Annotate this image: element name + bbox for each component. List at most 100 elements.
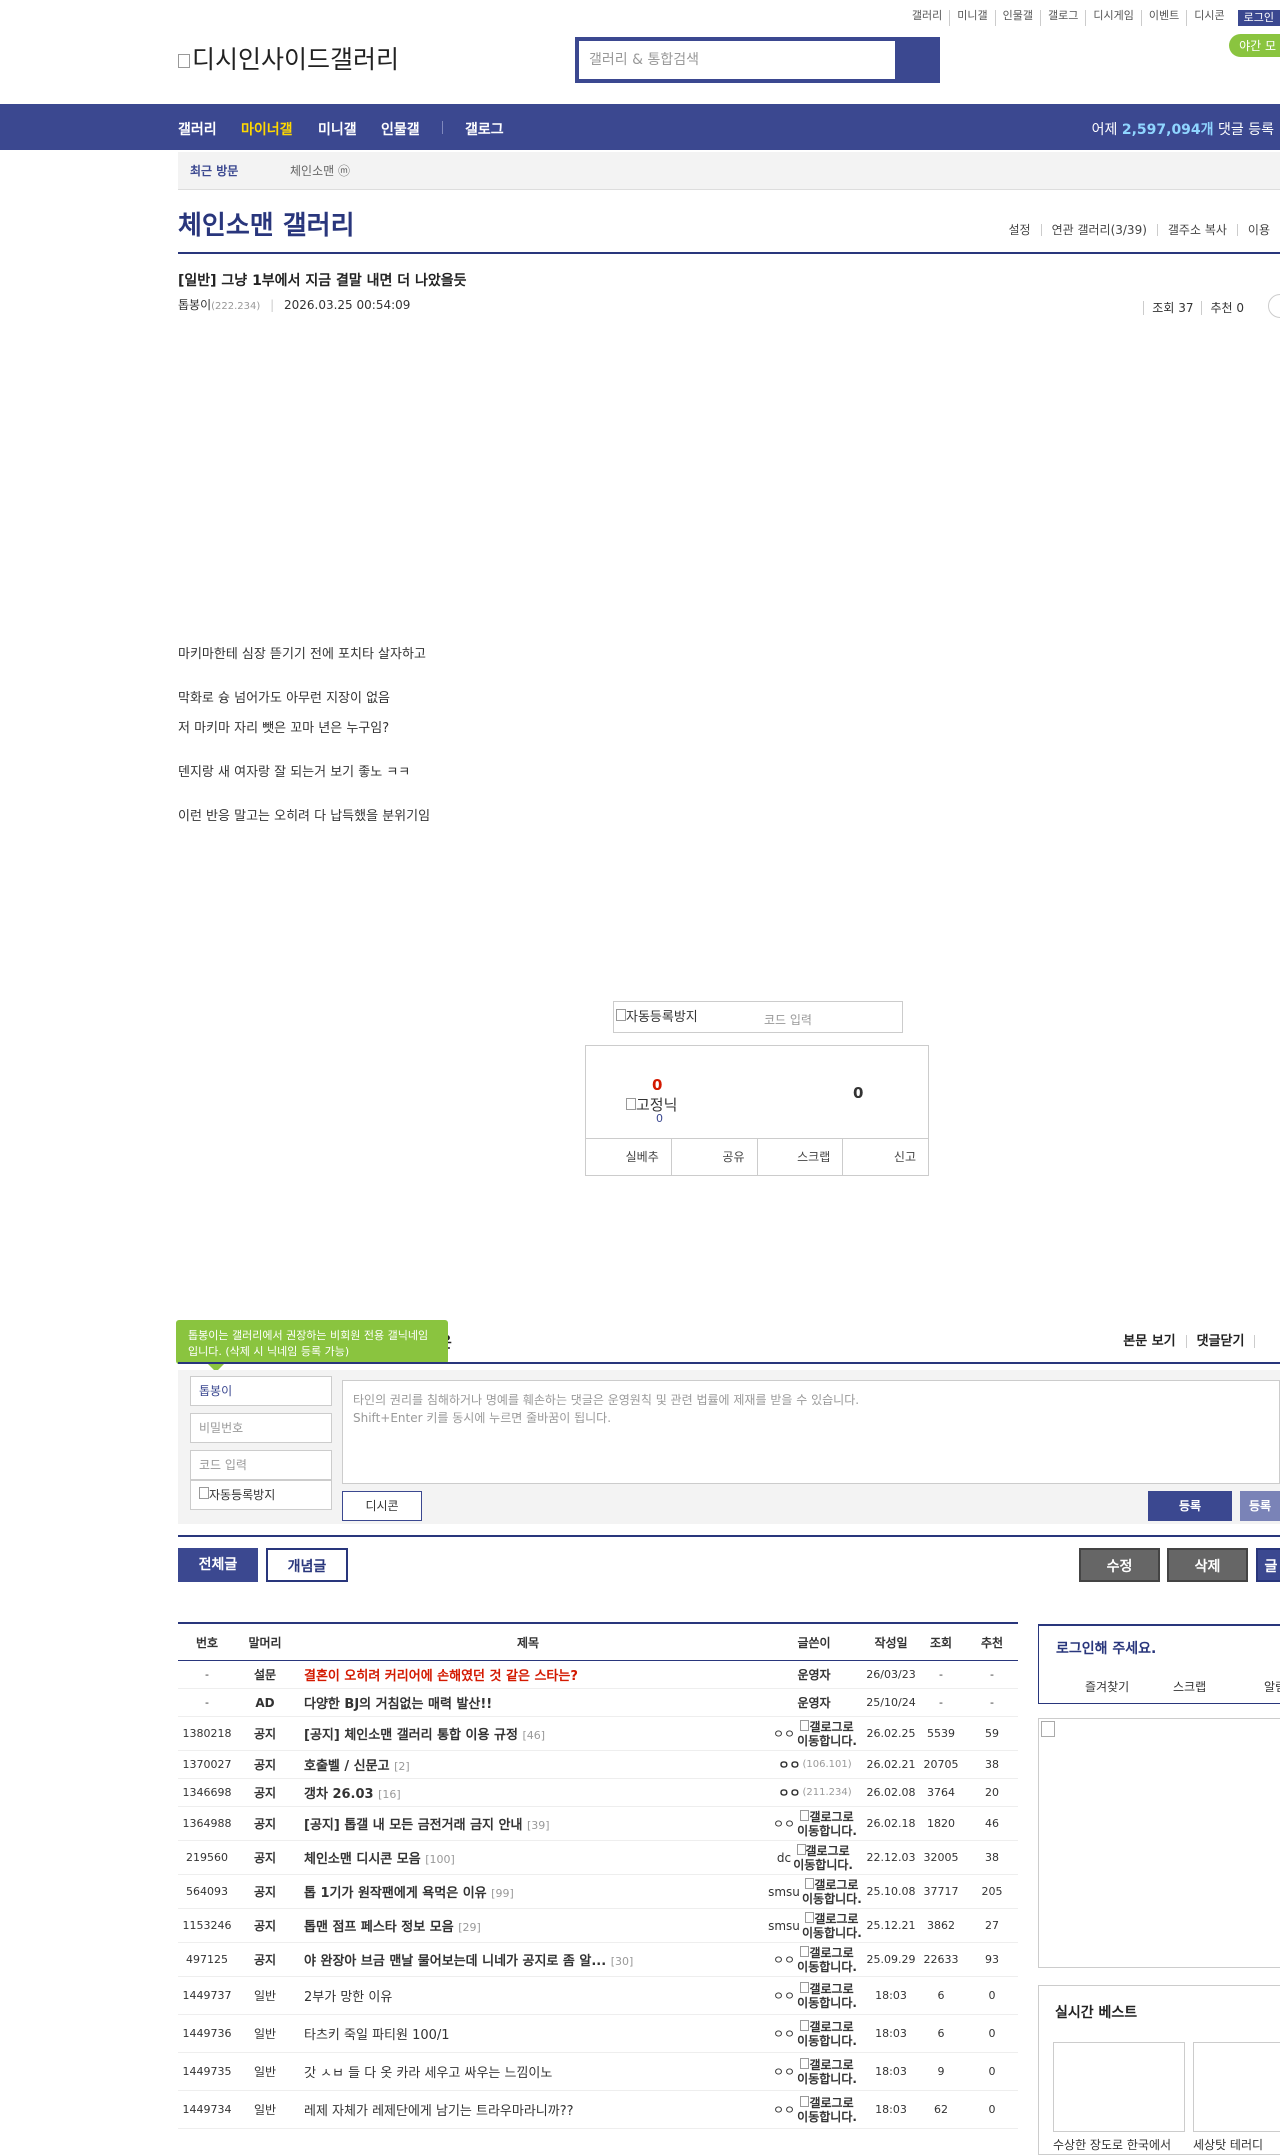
scrap-link[interactable]: 스크랩 — [1173, 1678, 1206, 1695]
view-body-link[interactable]: 본문 보기 — [1113, 1335, 1185, 1348]
gallog-image[interactable]: 갤로그로 이동합니다. — [797, 1945, 857, 1974]
table-row[interactable]: 1449736 일반 타츠키 죽일 파티원 100/1 ㅇㅇ 갤로그로 이동합니다. 1… — [178, 2014, 1018, 2053]
gallog-image[interactable]: 갤로그로 이동합니다. — [793, 1843, 853, 1872]
post-writer[interactable]: smsu 갤로그로 이동합니다. — [762, 1908, 866, 1943]
gallog-image[interactable]: 갤로그로 이동합니다. — [797, 1981, 857, 2010]
table-row[interactable]: 1364988 공지 [공지] 톱갤 내 모든 금전거래 금지 안내 [39] ㅇㅇ 갤… — [178, 1806, 1018, 1841]
util-gallery[interactable]: 갤러리 — [905, 10, 949, 26]
table-row[interactable]: 564093 공지 톱 1기가 원작팬에게 욕먹은 이유 [99] smsu 갤로그로 … — [178, 1874, 1018, 1909]
reply-count[interactable]: [2] — [394, 1760, 410, 1773]
search-input[interactable]: 갤러리 & 통합검색 — [579, 41, 895, 79]
post-subject[interactable]: 결혼이 오히려 커리어에 손해였던 것 같은 스타는? — [294, 1660, 762, 1689]
nav-gallery[interactable]: 갤러리 — [178, 119, 217, 139]
post-writer[interactable]: ㅇㅇ 갤로그로 이동합니다. — [762, 1806, 866, 1841]
reply-count[interactable]: [29] — [458, 1921, 481, 1934]
post-writer[interactable]: smsu 갤로그로 이동합니다. — [762, 1874, 866, 1909]
tab-concept-posts[interactable]: 개념글 — [266, 1548, 348, 1582]
site-logo[interactable]: 디시인사이드갤러리 — [178, 40, 399, 76]
extra-link[interactable] — [1254, 1335, 1280, 1348]
gallog-image[interactable]: 갤로그로 이동합니다. — [797, 2095, 857, 2124]
post-subject[interactable]: [공지] 체인소맨 갤러리 통합 이용 규정 [46] — [294, 1716, 762, 1751]
reply-count[interactable]: [39] — [527, 1819, 550, 1832]
reply-count[interactable]: [16] — [378, 1788, 401, 1801]
comment-textarea[interactable]: 타인의 권리를 침해하거나 명예를 훼손하는 댓글은 운영원칙 및 관련 법률에… — [342, 1380, 1280, 1484]
login-button[interactable]: 로그인 — [1237, 10, 1280, 26]
favorites-link[interactable]: 즐겨찾기 — [1085, 1678, 1129, 1695]
util-person[interactable]: 인물갤 — [994, 10, 1040, 26]
post-subject[interactable]: 2부가 망한 이유 — [294, 1976, 762, 2015]
post-writer[interactable]: ㅇㅇ 갤로그로 이동합니다. — [762, 1976, 866, 2015]
table-row[interactable]: 1380218 공지 [공지] 체인소맨 갤러리 통합 이용 규정 [46] ㅇㅇ 갤로… — [178, 1716, 1018, 1751]
scrap-button[interactable]: 스크랩 — [756, 1139, 843, 1175]
ad-banner[interactable] — [1038, 1718, 1280, 1968]
table-row[interactable]: 1449735 일반 갓 ㅅㅂ 들 다 옷 카라 세우고 싸우는 느낌이노 ㅇㅇ 갤로… — [178, 2052, 1018, 2091]
close-comments-link[interactable]: 댓글닫기 — [1185, 1335, 1255, 1348]
post-subject[interactable]: 타츠키 죽일 파티원 100/1 — [294, 2014, 762, 2053]
gallog-image[interactable]: 갤로그로 이동합니다. — [802, 1911, 862, 1940]
post-writer[interactable]: ㅇㅇ 갤로그로 이동합니다. — [762, 2014, 866, 2053]
table-row[interactable]: 497125 공지 야 완장아 브금 맨날 물어보는데 니네가 공지로 좀 알...… — [178, 1942, 1018, 1977]
nav-person[interactable]: 인물갤 — [381, 119, 420, 139]
recent-gallery-link[interactable]: 체인소맨 ⓜ — [290, 162, 350, 179]
util-mini[interactable]: 미니갤 — [949, 10, 994, 26]
table-row[interactable]: - AD 다양한 BJ의 거침없는 매력 발산!! 운영자 25/10/24- - — [178, 1688, 1018, 1717]
table-row[interactable]: 1370027 공지 호출벨 / 신문고 [2] ㅇㅇ (106.101) 26.02.2… — [178, 1750, 1018, 1779]
report-button[interactable]: 신고 — [842, 1139, 928, 1175]
table-row[interactable]: 1449734 일반 레제 자체가 레제단에게 남기는 트라우마라니까?? ㅇㅇ 갤로… — [178, 2090, 1018, 2129]
best-button[interactable]: 실베추 — [586, 1139, 671, 1175]
util-gallog[interactable]: 갤로그 — [1040, 10, 1085, 26]
post-writer[interactable]: 운영자 — [762, 1660, 866, 1689]
share-button[interactable]: 공유 — [670, 1139, 757, 1175]
reply-count[interactable]: [46] — [522, 1729, 545, 1742]
post-subject[interactable]: 호출벨 / 신문고 [2] — [294, 1750, 762, 1779]
post-subject[interactable]: 다양한 BJ의 거침없는 매력 발산!! — [294, 1688, 762, 1717]
nav-mini[interactable]: 미니갤 — [318, 119, 357, 139]
notification-link[interactable]: 알림 — [1264, 1678, 1280, 1695]
night-mode-toggle[interactable]: 야간 모 — [1229, 34, 1280, 57]
gallog-image[interactable]: 갤로그로 이동합니다. — [797, 2019, 857, 2048]
delete-button[interactable]: 삭제 — [1167, 1548, 1248, 1582]
util-dccon[interactable]: 디시콘 — [1186, 10, 1231, 26]
post-writer[interactable]: dc 갤로그로 이동합니다. — [762, 1840, 866, 1875]
reply-count[interactable]: [30] — [611, 1955, 634, 1968]
post-subject[interactable]: 갓 ㅅㅂ 들 다 옷 카라 세우고 싸우는 느낌이노 — [294, 2052, 762, 2091]
post-writer[interactable]: ㅇㅇ (211.234) — [762, 1778, 866, 1807]
write-button[interactable]: 글 — [1256, 1548, 1280, 1582]
post-writer[interactable]: ㅇㅇ 갤로그로 이동합니다. — [762, 2090, 866, 2129]
name-field[interactable]: 톱봉이 — [190, 1376, 332, 1406]
gallog-image[interactable]: 갤로그로 이동합니다. — [797, 2057, 857, 2086]
post-subject[interactable]: 갱차 26.03 [16] — [294, 1778, 762, 1807]
login-prompt[interactable]: 로그인해 주세요. — [1056, 1638, 1156, 1658]
password-field[interactable]: 비밀번호 — [190, 1413, 332, 1443]
best-caption[interactable]: 세상탓 테러디 — [1193, 2136, 1263, 2153]
post-writer[interactable]: 운영자 — [762, 1688, 866, 1717]
post-subject[interactable]: 야 완장아 브금 맨날 물어보는데 니네가 공지로 좀 알... [30] — [294, 1942, 762, 1977]
related-galleries[interactable]: 연관 갤러리(3/39) — [1040, 224, 1157, 236]
post-subject[interactable]: 톱 1기가 원작팬에게 욕먹은 이유 [99] — [294, 1874, 762, 1909]
post-author[interactable]: 톱봉이 — [178, 298, 211, 312]
gallery-settings[interactable]: 설정 — [998, 224, 1040, 236]
post-writer[interactable]: ㅇㅇ (106.101) — [762, 1750, 866, 1779]
gallog-image[interactable]: 갤로그로 이동합니다. — [797, 1719, 857, 1748]
util-game[interactable]: 디시게임 — [1085, 10, 1140, 26]
table-row[interactable]: 1449737 일반 2부가 망한 이유 ㅇㅇ 갤로그로 이동합니다. 18:03 6 0 — [178, 1976, 1018, 2015]
table-row[interactable]: - 설문 결혼이 오히려 커리어에 손해였던 것 같은 스타는? 운영자 26/03/… — [178, 1660, 1018, 1689]
post-writer[interactable]: ㅇㅇ 갤로그로 이동합니다. — [762, 1716, 866, 1751]
post-subject[interactable]: 톱맨 점프 페스타 정보 모음 [29] — [294, 1908, 762, 1943]
gallog-image[interactable]: 갤로그로 이동합니다. — [802, 1877, 862, 1906]
tab-all-posts[interactable]: 전체글 — [178, 1548, 258, 1582]
code-field[interactable]: 코드 입력 — [190, 1450, 332, 1480]
post-writer[interactable]: ㅇㅇ 갤로그로 이동합니다. — [762, 2052, 866, 2091]
dccon-button[interactable]: 디시콘 — [342, 1491, 422, 1521]
nav-gallog[interactable]: 갤로그 — [465, 119, 504, 139]
nav-minor[interactable]: 마이너갤 — [241, 119, 293, 139]
gallog-image[interactable]: 갤로그로 이동합니다. — [797, 1809, 857, 1838]
reply-count[interactable]: [100] — [425, 1853, 455, 1866]
captcha-input[interactable]: 코드 입력 — [764, 1011, 812, 1028]
util-event[interactable]: 이벤트 — [1140, 10, 1186, 26]
copy-gallery-url[interactable]: 갤주소 복사 — [1156, 224, 1237, 236]
post-writer[interactable]: ㅇㅇ 갤로그로 이동합니다. — [762, 1942, 866, 1977]
submit-comment-button-2[interactable]: 등록 — [1240, 1491, 1280, 1521]
post-subject[interactable]: [공지] 톱갤 내 모든 금전거래 금지 안내 [39] — [294, 1806, 762, 1841]
best-thumbnail[interactable] — [1193, 2042, 1280, 2132]
